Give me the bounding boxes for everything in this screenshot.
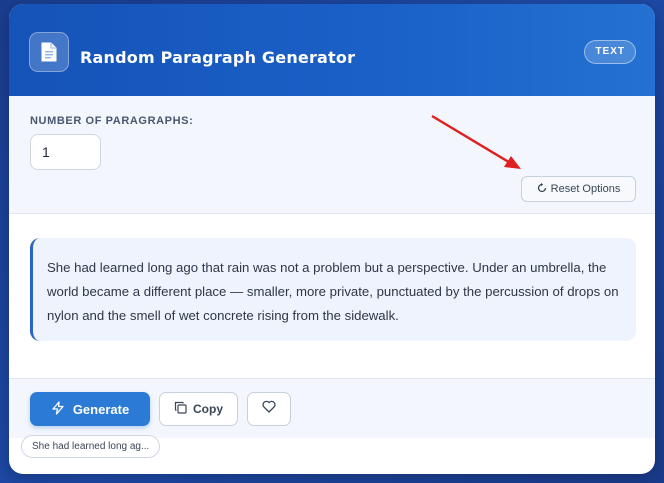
reset-options-label: Reset Options bbox=[550, 183, 621, 195]
paragraphs-label: NUMBER OF PARAGRAPHS: bbox=[30, 115, 194, 127]
options-panel: NUMBER OF PARAGRAPHS: Reset Options bbox=[9, 96, 655, 214]
reset-options-button[interactable]: Reset Options bbox=[521, 176, 636, 202]
favorite-button[interactable] bbox=[247, 392, 291, 426]
copy-button[interactable]: Copy bbox=[159, 392, 238, 426]
card-header: Random Paragraph Generator TEXT bbox=[9, 4, 655, 96]
generate-label: Generate bbox=[72, 401, 130, 417]
category-badge: TEXT bbox=[584, 40, 636, 64]
paragraphs-input[interactable] bbox=[30, 134, 101, 170]
action-bar: Generate Copy bbox=[9, 378, 655, 438]
generated-paragraph: She had learned long ago that rain was n… bbox=[30, 238, 636, 341]
copy-icon bbox=[174, 401, 187, 417]
page-title: Random Paragraph Generator bbox=[80, 48, 356, 67]
lightning-icon bbox=[51, 400, 65, 418]
copy-label: Copy bbox=[193, 402, 223, 416]
generator-card: Random Paragraph Generator TEXT NUMBER O… bbox=[9, 4, 655, 474]
history-chip[interactable]: She had learned long ag... bbox=[21, 435, 161, 458]
refresh-icon bbox=[537, 182, 547, 196]
heart-icon bbox=[262, 400, 276, 418]
generate-button[interactable]: Generate bbox=[30, 392, 150, 426]
document-icon bbox=[29, 32, 69, 72]
